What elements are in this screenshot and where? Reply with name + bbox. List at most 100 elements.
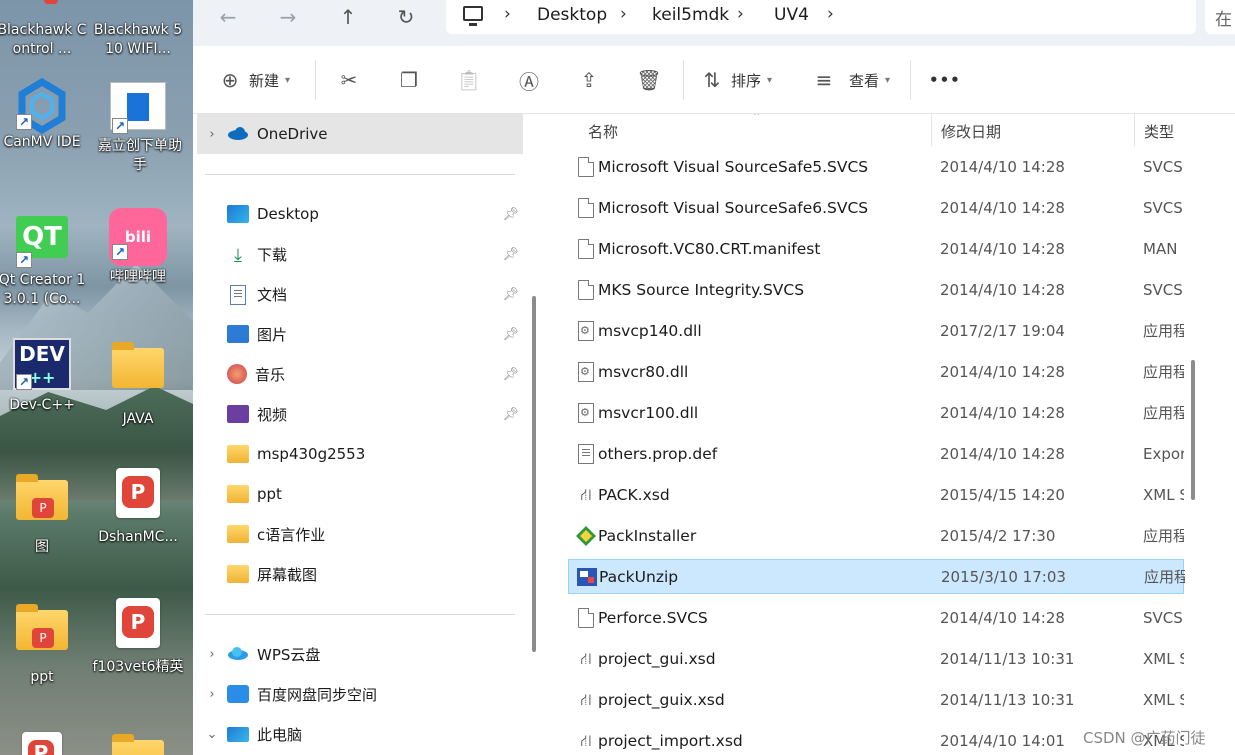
pin-icon[interactable]: 📌︎: [502, 327, 519, 342]
desktop-icon-java-folder[interactable]: JAVA: [92, 340, 184, 429]
nav-item-downloads[interactable]: ⤓ 下载 📌︎: [197, 234, 523, 274]
nav-item-onedrive[interactable]: › OneDrive: [197, 114, 523, 154]
file-row[interactable]: ⛙ project_gui.xsd 2014/11/13 10:31 XML S: [568, 641, 1184, 676]
column-header-type[interactable]: 类型: [1144, 121, 1174, 142]
up-button[interactable]: ↑: [333, 4, 363, 30]
breadcrumb-desktop[interactable]: Desktop: [537, 5, 607, 25]
baidu-netdisk-icon: [227, 685, 249, 703]
desktop-icon-blackhawk-control[interactable]: Blackhawk Control ...: [0, 0, 88, 59]
paste-button[interactable]: 📋︎: [456, 64, 482, 96]
desktop-icon-qt-creator[interactable]: QT ↗ Qt Creator 13.0.1 (Co...: [0, 216, 88, 309]
sort-icon: ⇅: [703, 68, 721, 92]
chevron-right-icon[interactable]: ›: [737, 4, 744, 24]
pin-icon[interactable]: 📌︎: [502, 407, 519, 422]
new-button[interactable]: ⊕ 新建 ▾: [217, 64, 290, 96]
column-divider[interactable]: [931, 114, 932, 146]
file-row[interactable]: others.prop.def 2014/4/10 14:28 Expor: [568, 436, 1184, 471]
file-row[interactable]: MKS Source Integrity.SVCS 2014/4/10 14:28…: [568, 272, 1184, 307]
desktop-icon-blackhawk-510[interactable]: Blackhawk 510 WIFI...: [92, 0, 184, 59]
chevron-right-icon[interactable]: ›: [504, 4, 511, 24]
desktop-icon-ppt-folder[interactable]: P ppt: [0, 602, 88, 687]
file-row[interactable]: PackInstaller 2015/4/2 17:30 应用程: [568, 518, 1184, 553]
forward-button[interactable]: →: [273, 4, 303, 30]
chevron-right-icon[interactable]: ›: [197, 687, 227, 702]
address-bar[interactable]: › Desktop › keil5mdk › UV4 ›: [446, 0, 1196, 34]
pin-icon[interactable]: 📌︎: [502, 207, 519, 222]
nav-item-screenshots[interactable]: 屏幕截图: [197, 554, 523, 594]
chevron-right-icon[interactable]: ›: [197, 647, 227, 662]
column-divider[interactable]: [1134, 114, 1135, 146]
computer-icon: [227, 726, 249, 742]
file-row[interactable]: msvcp140.dll 2017/2/17 19:04 应用程: [568, 313, 1184, 348]
delete-button[interactable]: 🗑︎: [636, 64, 662, 96]
desktop-icon-dshanmc[interactable]: P DshanMC...: [92, 468, 184, 547]
desktop-icon-f103vet6[interactable]: P f103vet6精英: [92, 598, 184, 677]
desktop-icon-tu-folder[interactable]: P 图: [0, 472, 88, 557]
nav-item-desktop[interactable]: Desktop 📌︎: [197, 194, 523, 234]
nav-item-ppt[interactable]: ppt: [197, 474, 523, 514]
new-label: 新建: [249, 71, 280, 90]
filelist-scrollbar[interactable]: [1191, 360, 1195, 500]
nav-item-music[interactable]: 音乐 📌︎: [197, 354, 523, 394]
nav-item-this-pc[interactable]: ⌄ 此电脑: [197, 714, 523, 754]
file-row[interactable]: msvcr80.dll 2014/4/10 14:28 应用程: [568, 354, 1184, 389]
file-row[interactable]: PackUnzip 2015/3/10 17:03 应用程: [568, 559, 1185, 594]
column-header-name[interactable]: 名称: [588, 121, 618, 142]
wps-cloud-icon: [227, 645, 249, 663]
breadcrumb-uv4[interactable]: UV4: [774, 5, 809, 25]
chevron-right-icon[interactable]: ›: [197, 127, 227, 142]
pin-icon[interactable]: 📌︎: [502, 367, 519, 382]
column-header-date[interactable]: 修改日期: [941, 121, 1001, 142]
nav-item-label: WPS云盘: [257, 645, 321, 664]
view-label: 查看: [849, 71, 880, 90]
divider: [205, 614, 515, 615]
nav-item-videos[interactable]: 视频 📌︎: [197, 394, 523, 434]
sort-button[interactable]: ⇅ 排序 ▾: [699, 64, 772, 96]
file-row[interactable]: ⛙ project_guix.xsd 2014/11/13 10:31 XML S: [568, 682, 1184, 717]
copy-button[interactable]: ❐: [396, 64, 422, 96]
back-button[interactable]: ←: [213, 4, 243, 30]
nav-item-pictures[interactable]: 图片 📌︎: [197, 314, 523, 354]
share-button[interactable]: ⇪: [576, 64, 602, 96]
nav-item-documents[interactable]: 文档 📌︎: [197, 274, 523, 314]
file-row[interactable]: Microsoft Visual SourceSafe6.SVCS 2014/4/…: [568, 190, 1184, 225]
desktop-icon-canmv-ide[interactable]: ↗ CanMV IDE: [0, 77, 88, 152]
search-input[interactable]: 在: [1205, 0, 1235, 34]
more-options-button[interactable]: •••: [929, 64, 961, 96]
desktop-icon-jlc-assistant[interactable]: ↗ 嘉立创下单助手: [92, 82, 184, 175]
desktop-icon-dev-cpp[interactable]: DEV ++ ↗ Dev-C++: [0, 338, 88, 415]
file-name: others.prop.def: [598, 444, 718, 463]
pin-icon[interactable]: 📌︎: [502, 287, 519, 302]
desktop-icon-bilibili[interactable]: bili ↗ 哔哩哔哩: [92, 208, 184, 287]
file-row[interactable]: Microsoft.VC80.CRT.manifest 2014/4/10 14:…: [568, 231, 1184, 266]
nav-item-c-homework[interactable]: c语言作业: [197, 514, 523, 554]
xsd-schema-icon: ⛙: [580, 730, 592, 750]
nav-item-label: 图片: [257, 325, 288, 344]
copy-icon: ❐: [400, 68, 418, 92]
refresh-button[interactable]: ↻: [391, 4, 421, 30]
rename-button[interactable]: Ⓐ: [516, 64, 542, 96]
navpane-scrollbar[interactable]: [532, 296, 536, 652]
pin-icon[interactable]: 📌︎: [502, 247, 519, 262]
nav-item-label: 屏幕截图: [257, 565, 318, 584]
file-row[interactable]: ⛙ PACK.xsd 2015/4/15 14:20 XML S: [568, 477, 1184, 512]
desktop-icon-partial-2[interactable]: [92, 732, 184, 755]
chevron-down-icon[interactable]: ⌄: [197, 727, 227, 742]
chevron-right-icon[interactable]: ›: [620, 4, 627, 24]
nav-item-baidu-sync[interactable]: › 百度网盘同步空间: [197, 674, 523, 714]
folder-icon: P: [16, 604, 68, 662]
file-row[interactable]: Perforce.SVCS 2014/4/10 14:28 SVCS: [568, 600, 1184, 635]
sort-ascending-icon: ⌃: [752, 114, 762, 123]
view-button[interactable]: ≡ 查看 ▾: [811, 64, 890, 96]
nav-item-msp430g2553[interactable]: msp430g2553: [197, 434, 523, 474]
breadcrumb-keil5mdk[interactable]: keil5mdk: [652, 5, 729, 25]
command-bar: ⊕ 新建 ▾ ✂ ❐ 📋︎ Ⓐ ⇪ 🗑︎ ⇅ 排序 ▾ ≡ 查看 ▾ •••: [193, 46, 1235, 114]
cut-button[interactable]: ✂: [336, 64, 362, 96]
file-row[interactable]: Microsoft Visual SourceSafe5.SVCS 2014/4/…: [568, 149, 1184, 184]
nav-item-label: 视频: [257, 405, 288, 424]
desktop-icon-partial-1[interactable]: P: [0, 732, 88, 755]
nav-item-wps-cloud[interactable]: › WPS云盘: [197, 634, 523, 674]
nav-item-label: msp430g2553: [257, 445, 366, 463]
file-row[interactable]: msvcr100.dll 2014/4/10 14:28 应用程: [568, 395, 1184, 430]
chevron-right-icon[interactable]: ›: [827, 4, 834, 24]
